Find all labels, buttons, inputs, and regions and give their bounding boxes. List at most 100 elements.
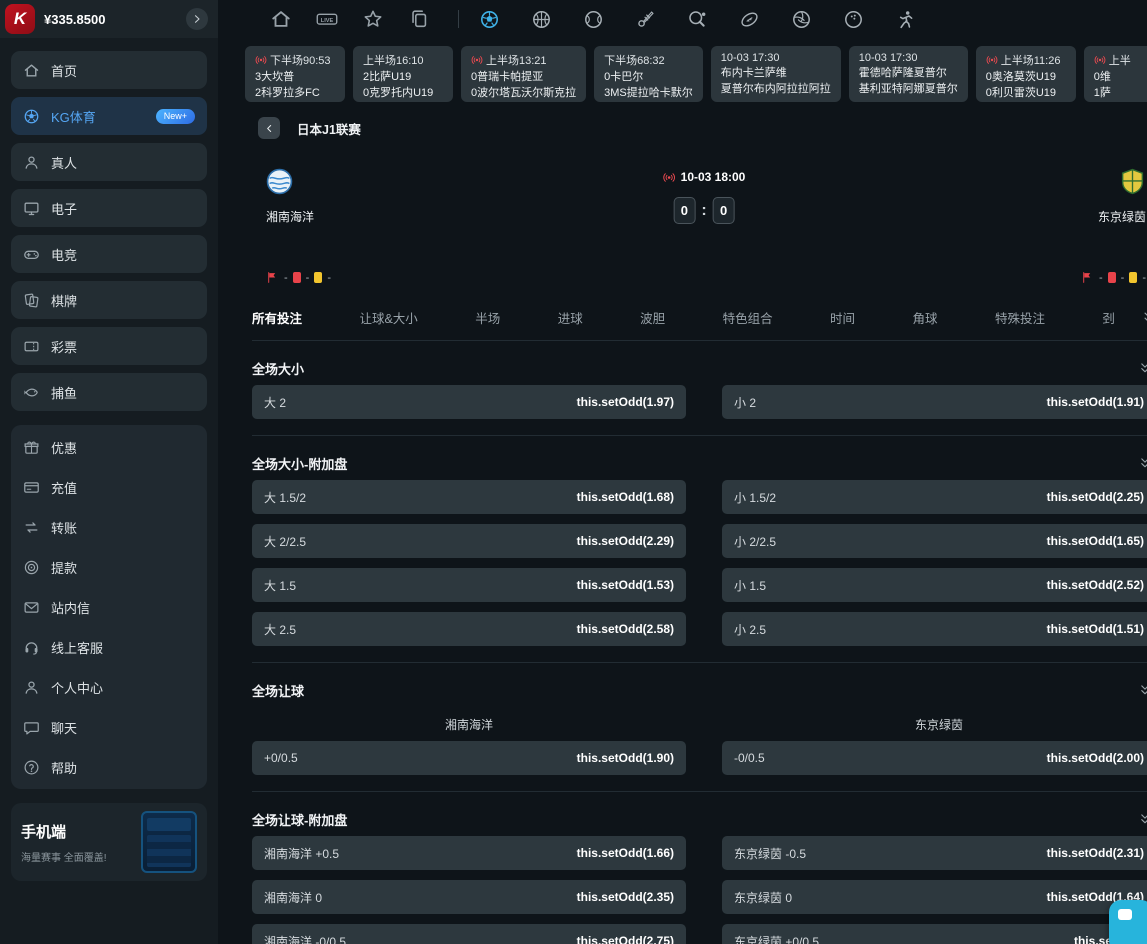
odds-value: this.setOdd(1.91) bbox=[1047, 395, 1144, 409]
tab-刭[interactable]: 刭 bbox=[1102, 308, 1115, 327]
section-title: 全场让球-附加盘 bbox=[252, 810, 347, 829]
odds-cell[interactable]: 大 2.5 this.setOdd(2.58) bbox=[252, 612, 686, 646]
odds-grid: +0/0.5 this.setOdd(1.90) -0/0.5 this.set… bbox=[252, 741, 1147, 785]
sidebar-item-promotions[interactable]: 优惠 bbox=[11, 427, 207, 467]
odds-grid: 湘南海洋 +0.5 this.setOdd(1.66) 东京绿茵 -0.5 th… bbox=[252, 836, 1147, 944]
odds-cell[interactable]: 小 1.5 this.setOdd(2.52) bbox=[722, 568, 1147, 602]
match-card[interactable]: 10-03 17:30 霍德哈萨隆夏普尔 基利亚特阿娜夏普尔 bbox=[849, 46, 968, 102]
collapse-chevron-icon[interactable] bbox=[1138, 683, 1147, 697]
match-card[interactable]: 上半场11:26 0奥洛莫茨U19 0利贝雷茨U19 bbox=[976, 46, 1076, 102]
away-team-stats: - - - bbox=[1081, 271, 1146, 284]
match-card-team-away: 基利亚特阿娜夏普尔 bbox=[859, 80, 958, 96]
tab-所有投注[interactable]: 所有投注 bbox=[252, 308, 302, 327]
tab-特色组合[interactable]: 特色组合 bbox=[723, 308, 773, 327]
tab-半场[interactable]: 半场 bbox=[475, 308, 500, 327]
match-card[interactable]: 下半场68:32 0卡巴尔 3MS提拉哈卡默尔 bbox=[594, 46, 703, 102]
odds-cell[interactable]: 东京绿茵 +0/0.5 this.setOdd( bbox=[722, 924, 1147, 944]
sidebar-item-messages[interactable]: 站内信 bbox=[11, 587, 207, 627]
tab-让球&大小[interactable]: 让球&大小 bbox=[359, 308, 417, 327]
badminton-sport-icon[interactable] bbox=[635, 9, 656, 30]
collapse-chevron-icon[interactable] bbox=[1138, 812, 1147, 826]
tab-特殊投注[interactable]: 特殊投注 bbox=[995, 308, 1045, 327]
kickoff-row: 10-03 18:00 bbox=[663, 170, 746, 184]
odds-label: 大 1.5/2 bbox=[264, 489, 306, 506]
user-icon bbox=[23, 679, 40, 696]
odds-cell[interactable]: 小 2.5 this.setOdd(1.51) bbox=[722, 612, 1147, 646]
odds-value: this.setOdd(2.25) bbox=[1047, 490, 1144, 504]
home-nav-icon[interactable] bbox=[270, 8, 292, 30]
mobile-app-promo[interactable]: 手机端 海量赛事 全面覆盖! bbox=[11, 803, 207, 881]
odds-cell[interactable]: 湘南海洋 -0/0.5 this.setOdd(2.75) bbox=[252, 924, 686, 944]
match-card-team-home: 2比萨U19 bbox=[363, 68, 443, 84]
sidebar-item-deposit[interactable]: 充值 bbox=[11, 467, 207, 507]
odds-cell[interactable]: 小 1.5/2 this.setOdd(2.25) bbox=[722, 480, 1147, 514]
sidebar-item-online-support[interactable]: 线上客服 bbox=[11, 627, 207, 667]
pingpong-sport-icon[interactable] bbox=[687, 9, 708, 30]
tennis-sport-icon[interactable] bbox=[583, 9, 604, 30]
odds-cell[interactable]: 大 1.5/2 this.setOdd(1.68) bbox=[252, 480, 686, 514]
sidebar-item-lottery[interactable]: 彩票 bbox=[11, 327, 207, 365]
odds-cell[interactable]: 东京绿茵 0 this.setOdd(1.64) bbox=[722, 880, 1147, 914]
odds-value: this.setOdd(2.75) bbox=[577, 934, 674, 944]
odds-cell[interactable]: 湘南海洋 +0.5 this.setOdd(1.66) bbox=[252, 836, 686, 870]
match-card-team-away: 2科罗拉多FC bbox=[255, 84, 335, 100]
collapse-chevron-icon[interactable] bbox=[1138, 456, 1147, 470]
bowling-sport-icon[interactable] bbox=[843, 9, 864, 30]
match-card[interactable]: 下半场90:53 3大坎普 2科罗拉多FC bbox=[245, 46, 345, 102]
match-card[interactable]: 上半场16:10 2比萨U19 0克罗托内U19 bbox=[353, 46, 453, 102]
odds-cell[interactable]: 小 2/2.5 this.setOdd(1.65) bbox=[722, 524, 1147, 558]
sidebar-item-slots[interactable]: 电子 bbox=[11, 189, 207, 227]
match-card-time-text: 上半场16:10 bbox=[363, 52, 424, 68]
soccer-sport-icon[interactable] bbox=[479, 9, 500, 30]
back-button[interactable] bbox=[258, 117, 280, 139]
person-icon bbox=[23, 154, 40, 171]
match-card[interactable]: 10-03 17:30 布内卡兰萨维 夏普尔布内阿拉拉阿拉 bbox=[711, 46, 841, 102]
tab-波胆[interactable]: 波胆 bbox=[640, 308, 665, 327]
odds-cell[interactable]: 大 2/2.5 this.setOdd(2.29) bbox=[252, 524, 686, 558]
chat-fab-button[interactable] bbox=[1109, 900, 1147, 944]
sidebar-item-kg-sports[interactable]: KG体育 New+ bbox=[11, 97, 207, 135]
wallet-expand-button[interactable] bbox=[186, 8, 208, 30]
betslip-nav-icon[interactable] bbox=[408, 8, 430, 30]
odds-cell[interactable]: 东京绿茵 -0.5 this.setOdd(2.31) bbox=[722, 836, 1147, 870]
sidebar-item-home[interactable]: 首页 bbox=[11, 51, 207, 89]
tab-时间[interactable]: 时间 bbox=[830, 308, 855, 327]
sidebar-item-profile[interactable]: 个人中心 bbox=[11, 667, 207, 707]
odds-section: 全场大小-附加盘 大 1.5/2 this.setOdd(1.68) 小 1.5… bbox=[252, 436, 1147, 663]
tabs-more-chevron-icon[interactable] bbox=[1141, 310, 1147, 325]
favorites-nav-icon[interactable] bbox=[362, 8, 384, 30]
odds-cell[interactable]: 湘南海洋 0 this.setOdd(2.35) bbox=[252, 880, 686, 914]
collapse-chevron-icon[interactable] bbox=[1138, 361, 1147, 375]
tab-进球[interactable]: 进球 bbox=[558, 308, 583, 327]
odds-cell[interactable]: 大 1.5 this.setOdd(1.53) bbox=[252, 568, 686, 602]
odds-cell[interactable]: +0/0.5 this.setOdd(1.90) bbox=[252, 741, 686, 775]
menu-label: 站内信 bbox=[51, 598, 90, 617]
sidebar-item-fishing[interactable]: 捕鱼 bbox=[11, 373, 207, 411]
fish-icon bbox=[23, 384, 40, 401]
odds-cell[interactable]: -0/0.5 this.setOdd(2.00) bbox=[722, 741, 1147, 775]
basketball-sport-icon[interactable] bbox=[531, 9, 552, 30]
sidebar-item-help[interactable]: 帮助 bbox=[11, 747, 207, 787]
odds-label: 小 2 bbox=[734, 394, 756, 411]
help-icon bbox=[23, 759, 40, 776]
tab-角球[interactable]: 角球 bbox=[913, 308, 938, 327]
sidebar-item-withdraw[interactable]: 提款 bbox=[11, 547, 207, 587]
match-card[interactable]: 上半 0维 1萨 bbox=[1084, 46, 1147, 102]
live-nav-icon[interactable] bbox=[316, 8, 338, 30]
live-icon bbox=[1094, 54, 1106, 66]
match-card[interactable]: 上半场13:21 0普瑞卡帕提亚 0波尔塔瓦沃尔斯克拉 bbox=[461, 46, 586, 102]
sidebar-item-live-casino[interactable]: 真人 bbox=[11, 143, 207, 181]
sidebar-item-transfer[interactable]: 转账 bbox=[11, 507, 207, 547]
sidebar-item-esports[interactable]: 电竞 bbox=[11, 235, 207, 273]
odds-cell[interactable]: 大 2 this.setOdd(1.97) bbox=[252, 385, 686, 419]
odds-cell[interactable]: 小 2 this.setOdd(1.91) bbox=[722, 385, 1147, 419]
athletics-sport-icon[interactable] bbox=[895, 9, 916, 30]
section-header: 全场大小-附加盘 bbox=[252, 446, 1147, 480]
home-icon bbox=[23, 62, 40, 79]
match-card-team-home: 3大坎普 bbox=[255, 68, 335, 84]
sidebar-item-board-games[interactable]: 棋牌 bbox=[11, 281, 207, 319]
sidebar-item-chat[interactable]: 聊天 bbox=[11, 707, 207, 747]
volleyball-sport-icon[interactable] bbox=[791, 9, 812, 30]
odds-label: 湘南海洋 0 bbox=[264, 889, 322, 906]
rugby-sport-icon[interactable] bbox=[739, 9, 760, 30]
